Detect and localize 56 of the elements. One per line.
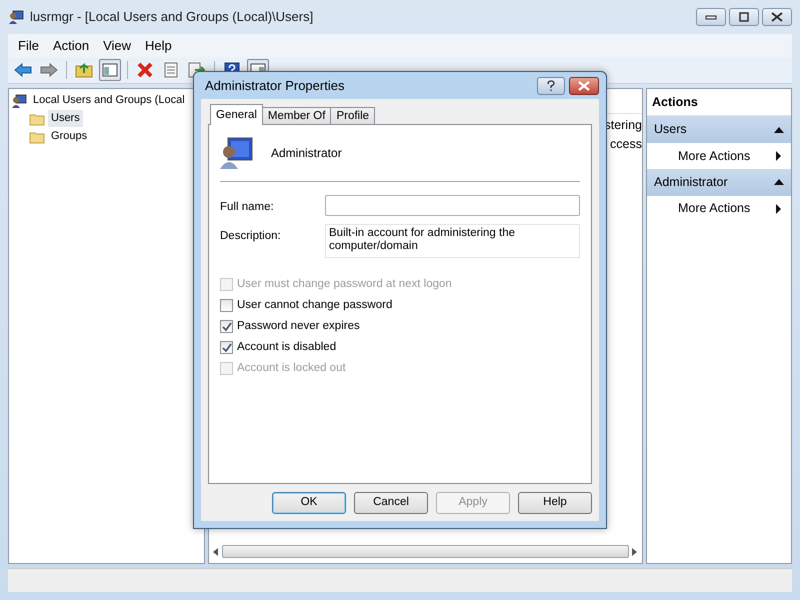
description-field[interactable]: Built-in account for administering the computer/domain [325, 224, 580, 258]
help-button[interactable] [537, 76, 565, 94]
field-label: Description: [220, 229, 282, 244]
dialog-button[interactable]: Cancel [354, 492, 428, 514]
menu-item[interactable]: File [12, 36, 45, 56]
checkbox[interactable] [220, 320, 233, 334]
submenu-arrow-icon [776, 151, 781, 161]
tab[interactable]: Member Of [262, 107, 332, 125]
close-icon [771, 12, 783, 22]
tree-item[interactable]: Groups [48, 128, 90, 145]
maximize-icon [738, 12, 750, 22]
dialog-button[interactable]: Help [518, 492, 592, 514]
menu-item[interactable]: View [97, 36, 138, 56]
checkbox-label: Account is disabled [237, 340, 336, 356]
minimize-button[interactable] [696, 8, 726, 26]
tab[interactable]: General [210, 104, 263, 125]
minimize-icon [705, 14, 717, 20]
tab[interactable]: Profile [330, 107, 376, 125]
users-computer-icon [11, 92, 27, 108]
collapse-arrow-icon[interactable] [774, 126, 784, 133]
tree-item[interactable]: Users [48, 110, 83, 127]
checkbox-label: Password never expires [237, 319, 360, 334]
scroll-right-arrow-icon[interactable] [632, 548, 638, 556]
menu-item[interactable]: Action [46, 36, 96, 56]
folder-icon [29, 130, 45, 144]
collapse-arrow-icon[interactable] [774, 179, 784, 186]
question-mark-icon [546, 80, 556, 92]
action-section-header[interactable]: Users [647, 116, 791, 143]
field-label: Full name: [220, 200, 275, 215]
close-button[interactable] [762, 8, 792, 26]
action-section-header[interactable]: Administrator [647, 169, 791, 196]
checkbox[interactable] [220, 299, 233, 312]
scrollbar-thumb[interactable] [222, 545, 629, 558]
folder-icon [29, 112, 45, 126]
dialog-button[interactable]: OK [272, 492, 346, 514]
maximize-button[interactable] [729, 8, 759, 26]
user-computer-icon [220, 137, 254, 169]
window-title: lusrmgr - [Local Users and Groups (Local)\Users] [30, 8, 314, 26]
user-name: Administrator [271, 145, 342, 162]
checkbox-label: Account is locked out [237, 361, 346, 376]
console-tree-icon[interactable] [99, 59, 121, 81]
list-cell-text: ccess [610, 136, 642, 152]
submenu-arrow-icon [776, 204, 781, 214]
dialog-title: Administrator Properties [204, 76, 344, 95]
checkbox[interactable] [220, 341, 233, 354]
users-computer-icon [8, 9, 24, 25]
tree-item[interactable]: Local Users and Groups (Local [30, 92, 188, 109]
checkbox-label: User cannot change password [237, 298, 392, 314]
close-icon [578, 80, 590, 90]
action-link[interactable]: More Actions [678, 199, 750, 218]
action-link[interactable]: More Actions [678, 146, 750, 166]
text-field[interactable] [325, 195, 580, 216]
scroll-left-arrow-icon[interactable] [213, 548, 219, 556]
menu-item[interactable]: Help [139, 36, 178, 56]
checkbox-label: User must change password at next logon [237, 277, 452, 292]
close-button[interactable] [569, 76, 599, 94]
